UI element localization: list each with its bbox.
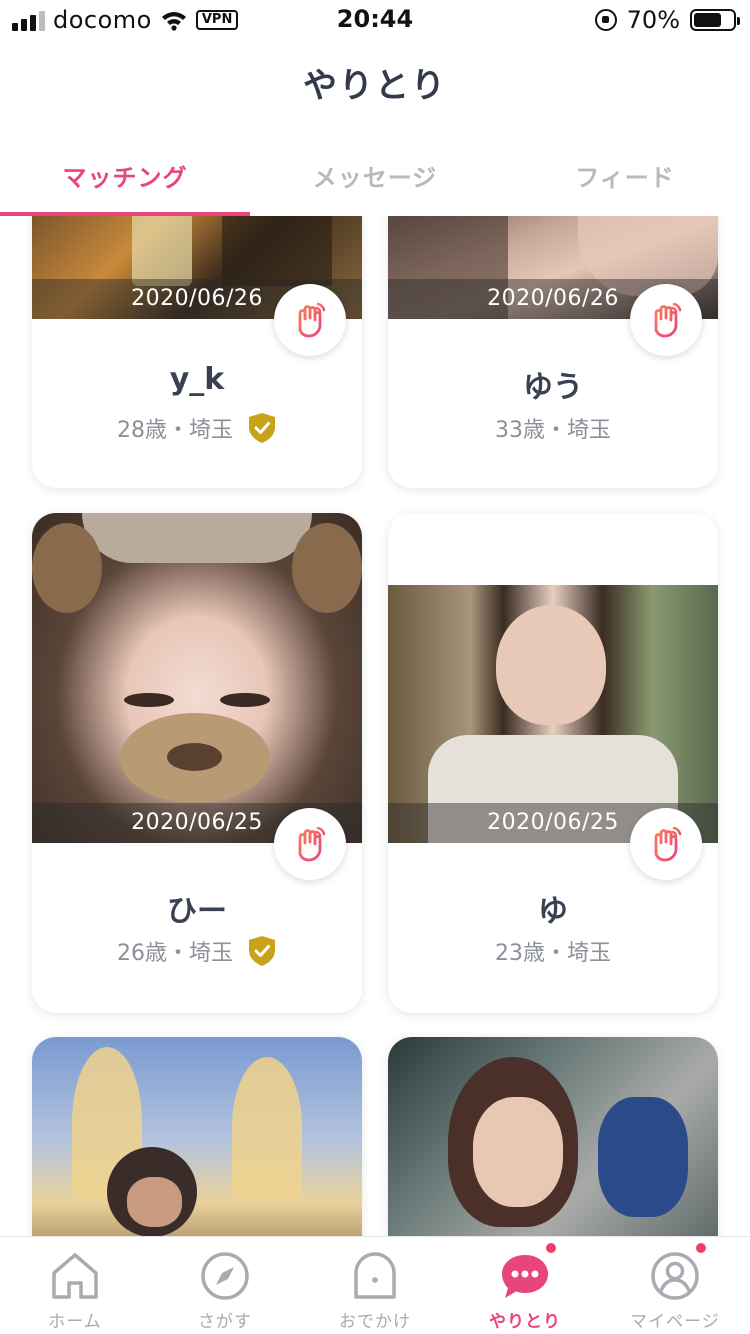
wave-button[interactable] [630,284,702,356]
match-card[interactable]: 2020/06/25 ひー 26歳・埼玉 [32,513,362,1013]
match-card[interactable] [32,1037,362,1236]
nav-messages[interactable]: やりとり [450,1237,600,1334]
waving-hand-icon [298,826,326,862]
match-card[interactable]: 2020/06/26 y_k 28歳・埼玉 [32,216,362,488]
profile-photo [388,1037,718,1236]
notification-dot [544,1241,558,1255]
waving-hand-icon [654,302,682,338]
wave-button[interactable] [274,284,346,356]
user-meta: 28歳・埼玉 [32,412,362,444]
match-card[interactable]: 2020/06/25 ゆ 23歳・埼玉 [388,513,718,1013]
status-bar: docomo VPN 20:44 70% [0,0,750,40]
profile-icon [651,1252,699,1300]
match-card[interactable] [388,1037,718,1236]
profile-photo [32,1037,362,1236]
nav-home[interactable]: ホーム [0,1237,150,1334]
nav-label: おでかけ [339,1312,411,1332]
tab-bar: マッチング メッセージ フィード [0,140,750,216]
user-name: ゆう [523,370,583,405]
profile-photo [32,513,362,843]
nav-label: さがす [198,1312,252,1332]
user-name: ひー [167,894,227,929]
wave-button[interactable] [274,808,346,880]
compass-icon [201,1252,249,1300]
nav-label: ホーム [48,1312,102,1332]
nav-label: やりとり [489,1312,561,1332]
age-location: 23歳・埼玉 [495,941,611,966]
home-icon [52,1253,98,1299]
battery-percent: 70% [626,6,680,34]
notification-dot [694,1241,708,1255]
chat-bubble-icon [502,1255,548,1298]
nav-label: マイページ [630,1312,720,1332]
age-location: 28歳・埼玉 [117,418,233,443]
battery-icon [690,9,740,31]
ghost-icon [354,1252,396,1299]
age-location: 33歳・埼玉 [495,418,611,443]
user-meta: 23歳・埼玉 [388,935,718,967]
user-name: ゆ [538,894,568,929]
user-meta: 33歳・埼玉 [388,412,718,444]
nav-mypage[interactable]: マイページ [600,1237,750,1334]
age-location: 26歳・埼玉 [117,941,233,966]
match-card[interactable]: 2020/06/26 ゆう 33歳・埼玉 [388,216,718,488]
tab-messages[interactable]: メッセージ [250,140,500,216]
wave-button[interactable] [630,808,702,880]
matching-list[interactable]: 2020/06/26 y_k 28歳・埼玉 2020/06/26 ゆう 33歳・… [0,216,750,1236]
verified-shield-icon [249,413,275,443]
user-name: y_k [169,362,225,397]
waving-hand-icon [298,302,326,338]
verified-shield-icon [249,936,275,966]
rotation-lock-icon [594,9,617,31]
bottom-navigation: ホーム さがす おでかけ やりとり マイページ [0,1236,750,1334]
user-meta: 26歳・埼玉 [32,935,362,967]
nav-search[interactable]: さがす [150,1237,300,1334]
page-title: やりとり [303,66,447,106]
nav-outing[interactable]: おでかけ [300,1237,450,1334]
tab-matching[interactable]: マッチング [0,140,250,216]
tab-feed[interactable]: フィード [500,140,750,216]
waving-hand-icon [654,826,682,862]
